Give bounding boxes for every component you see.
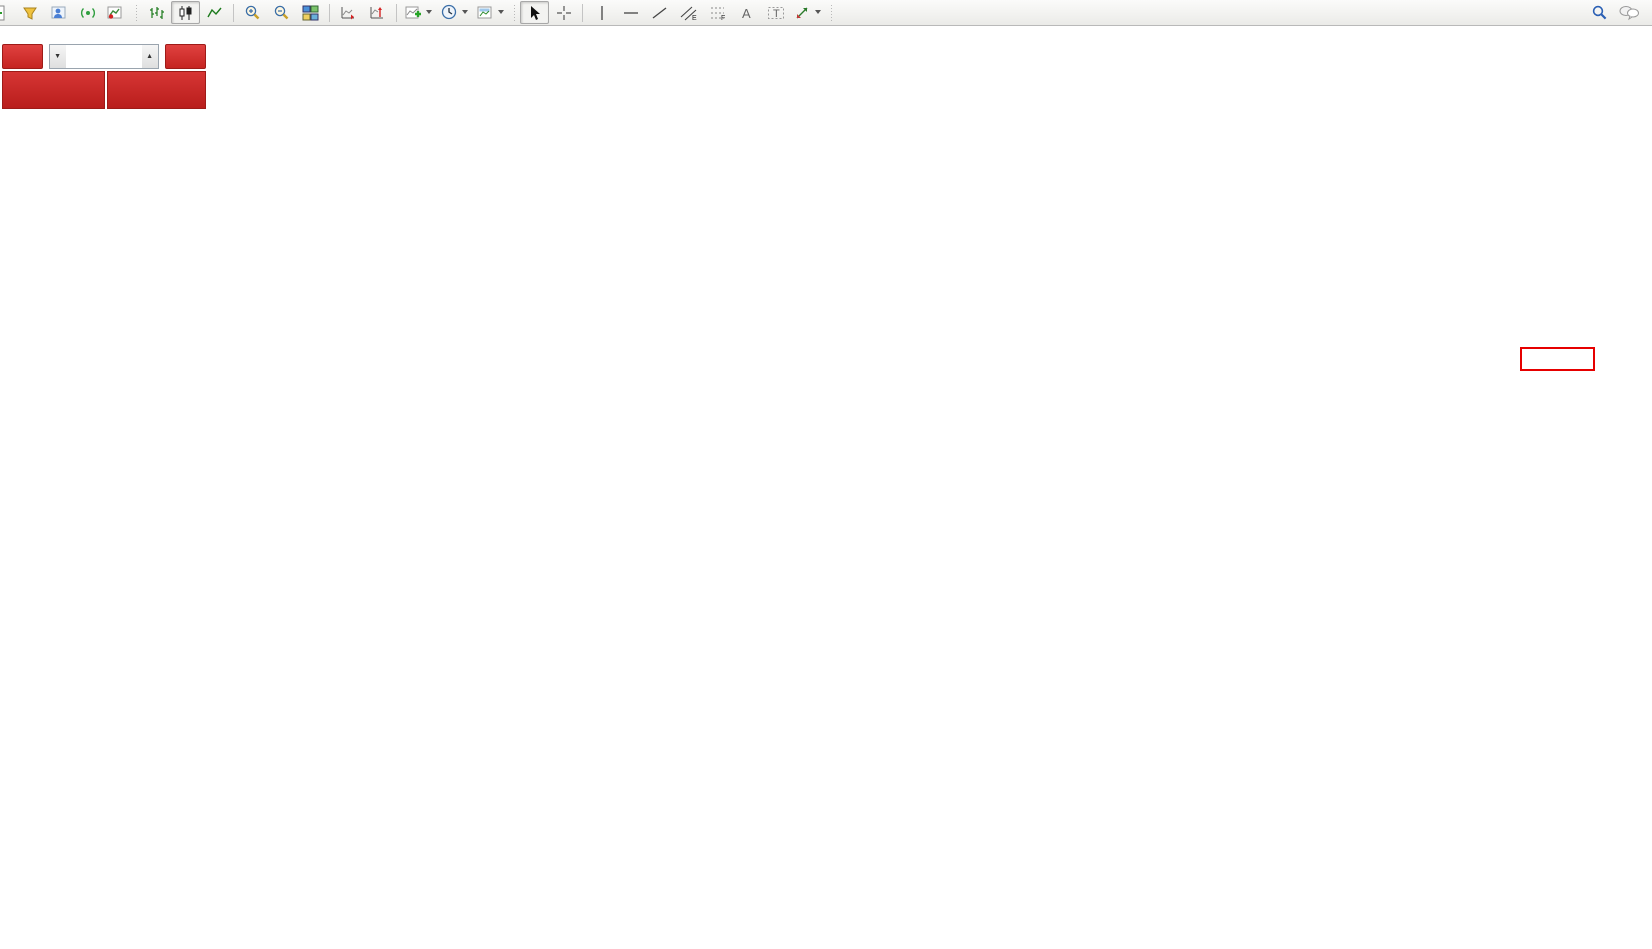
chevron-down-icon [498,10,505,15]
svg-text:A: A [742,6,751,21]
auto-scroll-icon [340,5,357,21]
shapes-icon [794,5,811,21]
chart-shift-icon [369,5,386,21]
main-toolbar: E F A T [0,0,1652,26]
volume-input[interactable] [66,45,142,68]
templates-button[interactable] [473,1,509,24]
chart-shift-button[interactable] [363,1,392,24]
trendline-tool-button[interactable] [645,1,674,24]
buy-price-display[interactable] [107,71,207,109]
volume-increase-button[interactable]: ▲ [142,45,158,68]
autotrading-icon [107,5,123,21]
toolbar-grip [134,5,139,21]
signal-button[interactable] [73,1,102,24]
channel-icon: E [680,5,698,21]
toolbar-separator [329,4,330,22]
candlestick-chart-icon [177,5,194,21]
cursor-icon [527,5,542,21]
crosshair-tool-button[interactable] [549,1,578,24]
search-button[interactable] [1585,1,1614,24]
svg-text:F: F [721,15,725,21]
autotrading-button[interactable] [102,1,131,24]
fibonacci-tool-button[interactable]: F [703,1,732,24]
periods-button[interactable] [437,1,473,24]
chat-icon [1618,4,1640,21]
new-order-icon [0,5,7,21]
chart-title [4,30,40,42]
buy-button[interactable] [165,44,206,69]
channel-tool-button[interactable]: E [674,1,703,24]
price-level-box[interactable] [1520,347,1595,371]
horizontal-line-icon [622,5,640,21]
macd-indicator-label [4,583,19,595]
cursor-tool-button[interactable] [520,1,549,24]
line-chart-icon [206,5,223,21]
line-chart-button[interactable] [200,1,229,24]
indicators-button[interactable] [401,1,437,24]
signal-icon [80,5,96,21]
toolbar-grip [829,5,834,21]
chat-button[interactable] [1614,1,1644,24]
new-order-button[interactable] [0,1,15,24]
one-click-trade-panel: ▼ ▲ [2,44,206,109]
vertical-line-icon [596,5,608,21]
navigator-user-icon [51,5,67,21]
label-tool-button[interactable]: T [761,1,790,24]
funnel-icon [22,5,38,21]
zoom-out-icon [273,4,290,21]
toolbar-separator [233,4,234,22]
indicators-icon [405,5,422,21]
vertical-line-tool-button[interactable] [587,1,616,24]
periods-icon [441,4,458,21]
volume-decrease-button[interactable]: ▼ [50,45,66,68]
tile-windows-button[interactable] [296,1,325,24]
label-icon: T [767,5,785,21]
mt4-window: { "toolbar": { "new_order_label": "新订单",… [0,0,1652,949]
candlestick-chart-button[interactable] [171,1,200,24]
bar-chart-button[interactable] [142,1,171,24]
auto-scroll-button[interactable] [334,1,363,24]
svg-text:E: E [692,15,697,21]
toolbar-right-group [1585,1,1644,24]
chevron-down-icon [815,10,822,15]
horizontal-line-tool-button[interactable] [616,1,645,24]
toolbar-separator [582,4,583,22]
zoom-out-button[interactable] [267,1,296,24]
funnel-button[interactable] [15,1,44,24]
toolbar-grip [512,5,517,21]
navigator-button[interactable] [44,1,73,24]
toolbar-separator [396,4,397,22]
chart-area[interactable]: ▼ ▲ [0,26,1652,949]
text-tool-button[interactable]: A [732,1,761,24]
chart-canvas [0,26,1652,949]
trendline-icon [651,5,669,21]
text-icon: A [740,5,754,21]
crosshair-icon [556,5,572,21]
sell-button[interactable] [2,44,43,69]
zoom-in-button[interactable] [238,1,267,24]
rsi-indicator-label [4,755,14,767]
search-icon [1591,4,1608,21]
chevron-down-icon [462,10,469,15]
sell-price-display[interactable] [2,71,105,109]
chevron-down-icon [426,10,433,15]
bar-chart-icon [148,5,165,21]
fibonacci-icon: F [709,5,727,21]
volume-stepper: ▼ ▲ [49,44,159,69]
zoom-in-icon [244,4,261,21]
svg-text:T: T [773,8,780,20]
shapes-tool-button[interactable] [790,1,826,24]
templates-icon [477,5,494,21]
tile-windows-icon [302,5,319,21]
